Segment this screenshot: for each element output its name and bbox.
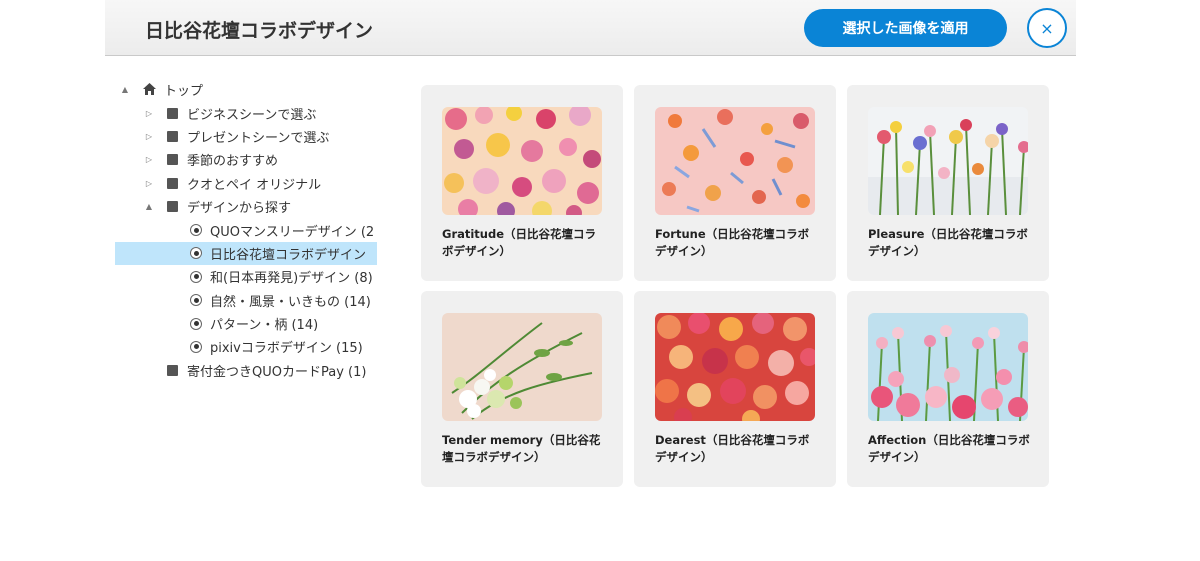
- apply-selected-image-button[interactable]: 選択した画像を適用: [804, 9, 1007, 47]
- tree-item-label: パターン・柄 (14): [210, 318, 319, 334]
- design-card[interactable]: Affection（日比谷花壇コラボデザイン）: [847, 291, 1049, 487]
- radio-icon: [190, 224, 202, 237]
- collapsed-triangle-icon[interactable]: ▷: [144, 109, 154, 118]
- tree-item-label: pixivコラボデザイン (15): [210, 341, 363, 357]
- design-card[interactable]: Pleasure（日比谷花壇コラボデザイン）: [847, 85, 1049, 281]
- tree-item-quo-monthly[interactable]: QUOマンスリーデザイン (2: [115, 218, 377, 241]
- flower-image: [655, 313, 815, 421]
- card-caption: Affection（日比谷花壇コラボデザイン）: [868, 433, 1030, 464]
- card-caption: Tender memory（日比谷花壇コラボデザイン）: [442, 433, 601, 464]
- tree-item-hibiya-selected[interactable]: 日比谷花壇コラボデザイン: [115, 241, 377, 266]
- close-button[interactable]: ×: [1027, 8, 1067, 48]
- tree-item-season[interactable]: ▷ 季節のおすすめ: [115, 148, 377, 171]
- folder-square-icon: [167, 177, 178, 189]
- tree-item-pattern[interactable]: パターン・柄 (14): [115, 312, 377, 335]
- flower-image: [442, 313, 602, 421]
- collapsed-triangle-icon[interactable]: ▷: [144, 132, 154, 141]
- tree-item-label: トップ: [164, 84, 204, 100]
- radio-icon: [190, 340, 202, 353]
- tree-item-label: ビジネスシーンで選ぶ: [187, 107, 317, 123]
- tree-item-business[interactable]: ▷ ビジネスシーンで選ぶ: [115, 101, 377, 124]
- tree-item-donation[interactable]: 寄付金つきQUOカードPay (1): [115, 359, 377, 382]
- design-card[interactable]: Tender memory（日比谷花壇コラボデザイン）: [421, 291, 623, 487]
- folder-square-icon: [167, 364, 178, 376]
- tree-item-label: 自然・風景・いきもの (14): [210, 294, 371, 310]
- radio-icon: [190, 270, 202, 283]
- page-title: 日比谷花壇コラボデザイン: [145, 20, 374, 42]
- tree-item-label: 日比谷花壇コラボデザイン: [210, 247, 367, 263]
- flower-image: [868, 107, 1028, 215]
- expanded-triangle-icon[interactable]: ▲: [144, 202, 154, 211]
- collapsed-triangle-icon[interactable]: ▷: [144, 179, 154, 188]
- tree-item-pixiv[interactable]: pixivコラボデザイン (15): [115, 335, 377, 358]
- collapsed-triangle-icon[interactable]: ▷: [144, 155, 154, 164]
- folder-square-icon: [167, 154, 178, 166]
- tree-item-label: クオとペイ オリジナル: [187, 177, 322, 193]
- flower-image: [442, 107, 602, 215]
- card-caption: Gratitude（日比谷花壇コラボデザイン）: [442, 227, 597, 258]
- radio-icon: [190, 317, 202, 330]
- image-gallery: Gratitude（日比谷花壇コラボデザイン） Fortune（日比谷花壇コラボ…: [421, 85, 1050, 488]
- folder-square-icon: [167, 201, 178, 213]
- home-icon: [142, 82, 157, 96]
- tree-item-present[interactable]: ▷ プレゼントシーンで選ぶ: [115, 125, 377, 148]
- tree-item-label: プレゼントシーンで選ぶ: [187, 130, 330, 146]
- tree-item-label: 和(日本再発見)デザイン (8): [210, 271, 373, 287]
- flower-image: [868, 313, 1028, 421]
- tree-item-wa[interactable]: 和(日本再発見)デザイン (8): [115, 265, 377, 288]
- folder-square-icon: [167, 107, 178, 119]
- folder-square-icon: [167, 130, 178, 142]
- tree-item-nature[interactable]: 自然・風景・いきもの (14): [115, 289, 377, 312]
- card-caption: Fortune（日比谷花壇コラボデザイン）: [655, 227, 810, 258]
- design-card[interactable]: Dearest（日比谷花壇コラボデザイン）: [634, 291, 836, 487]
- tree-item-top[interactable]: ▲ トップ: [115, 78, 377, 101]
- tree-item-design[interactable]: ▲ デザインから探す: [115, 195, 377, 218]
- tree-item-label: 季節のおすすめ: [187, 154, 279, 170]
- tree-item-label: QUOマンスリーデザイン (2: [210, 224, 375, 240]
- design-card[interactable]: Gratitude（日比谷花壇コラボデザイン）: [421, 85, 623, 281]
- tree-item-label: デザインから探す: [187, 201, 292, 217]
- radio-icon: [190, 294, 202, 307]
- tree-item-label: 寄付金つきQUOカードPay (1): [187, 364, 367, 380]
- close-icon: ×: [1040, 18, 1054, 38]
- category-tree: ▲ トップ ▷ ビジネスシーンで選ぶ ▷ プレゼントシーンで選ぶ ▷ 季節のおす…: [115, 78, 377, 382]
- tree-item-original[interactable]: ▷ クオとペイ オリジナル: [115, 172, 377, 195]
- design-card[interactable]: Fortune（日比谷花壇コラボデザイン）: [634, 85, 836, 281]
- flower-image: [655, 107, 815, 215]
- radio-icon: [190, 247, 202, 260]
- card-caption: Pleasure（日比谷花壇コラボデザイン）: [868, 227, 1028, 258]
- card-caption: Dearest（日比谷花壇コラボデザイン）: [655, 433, 810, 464]
- expanded-triangle-icon[interactable]: ▲: [120, 85, 130, 94]
- dialog-header: 日比谷花壇コラボデザイン 選択した画像を適用 ×: [105, 0, 1076, 56]
